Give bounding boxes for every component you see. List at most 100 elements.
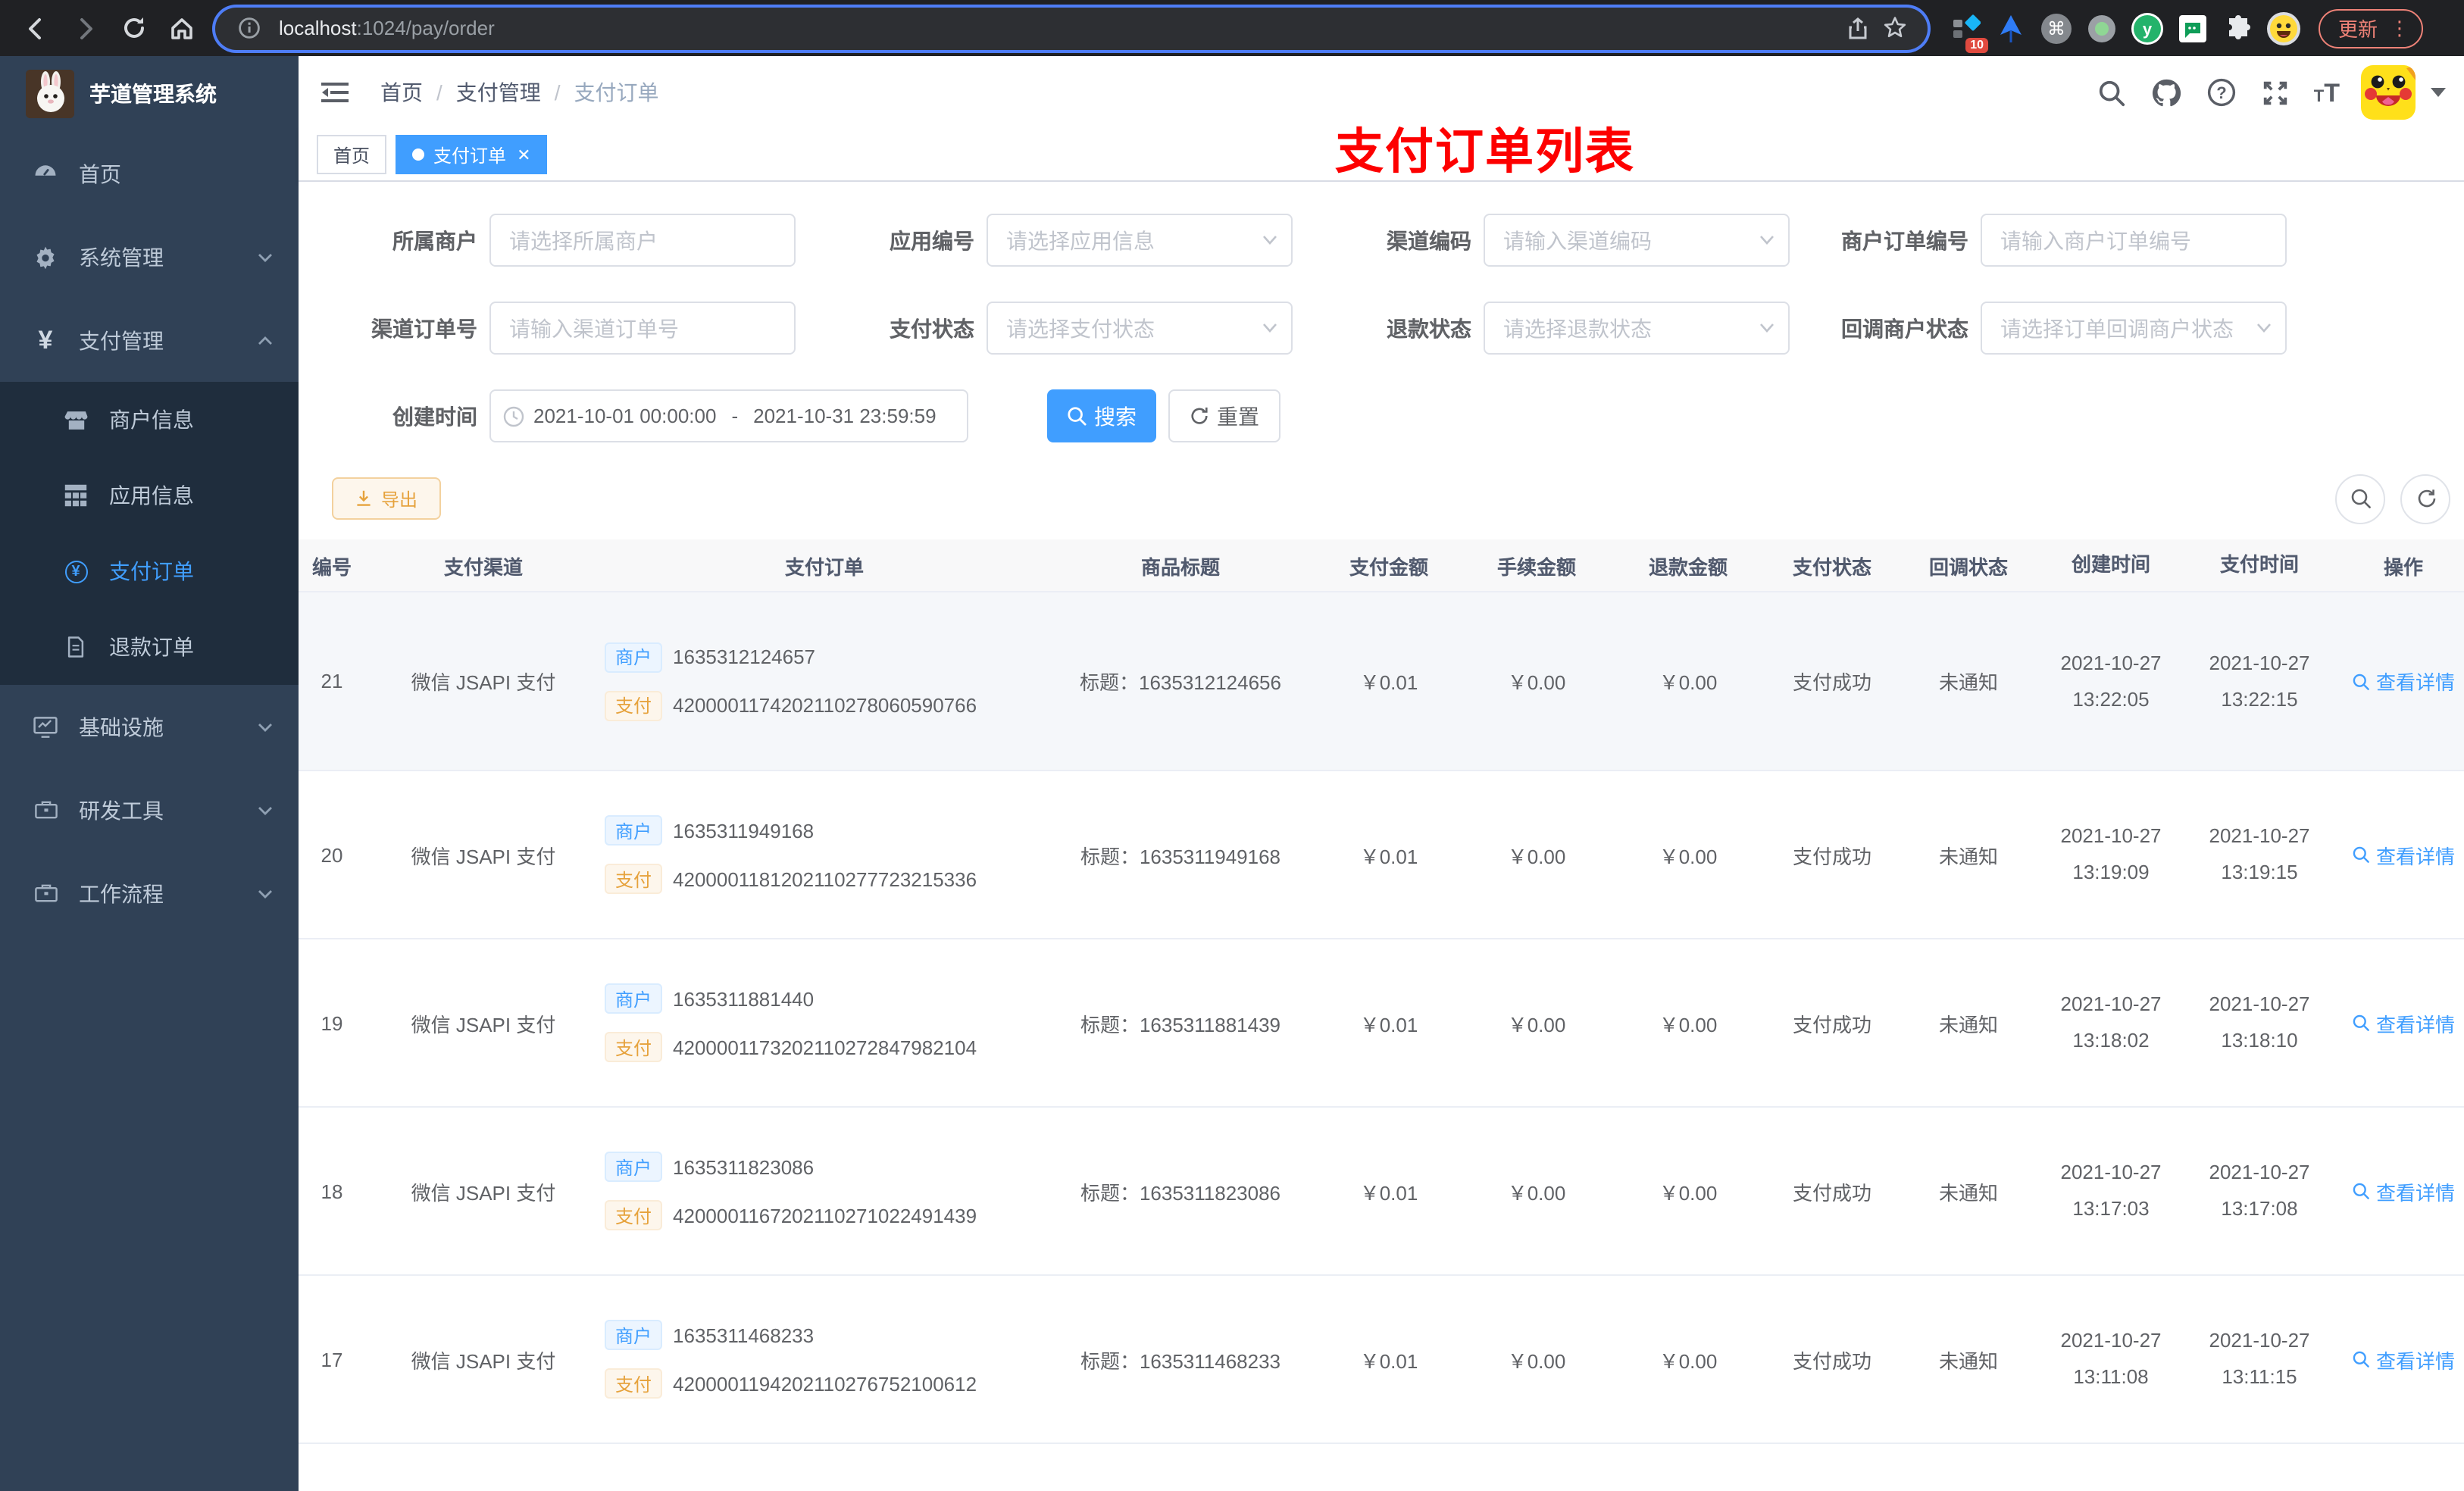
cell-pay-time: 2021-10-27 13:19:15 — [2209, 824, 2310, 883]
search-button[interactable]: 搜索 — [1047, 389, 1156, 442]
extension-kite-icon[interactable] — [1991, 8, 2031, 48]
merchant-input[interactable] — [489, 214, 796, 267]
extensions-row: 10 ⌘ y 更新 ⋮ — [1943, 8, 2424, 52]
cell-notify-status: 未通知 — [1938, 845, 1998, 867]
cell-pay-time: 2021-10-27 13:11:15 — [2209, 1329, 2310, 1388]
cell-pay-time: 2021-10-27 13:18:10 — [2209, 992, 2310, 1052]
refund-status-select[interactable] — [1484, 302, 1790, 355]
cell-pay-channel: 微信 JSAPI 支付 — [411, 671, 556, 694]
share-icon[interactable] — [1840, 16, 1876, 40]
extension-command-icon[interactable]: ⌘ — [2037, 8, 2076, 48]
extensions-puzzle-icon[interactable] — [2219, 8, 2258, 48]
fullscreen-icon[interactable] — [2259, 76, 2293, 109]
user-avatar[interactable] — [2361, 65, 2416, 120]
filter-channel-order-no: 渠道订单号 — [311, 302, 808, 355]
cell-id: 17 — [321, 1348, 343, 1371]
help-icon[interactable]: ? — [2205, 76, 2238, 109]
chrome-update-button[interactable]: 更新 ⋮ — [2319, 8, 2424, 48]
sidebar-item-home[interactable]: 首页 — [0, 132, 299, 215]
sidebar-toggle-icon[interactable] — [320, 76, 353, 109]
font-size-icon[interactable]: TT — [2314, 80, 2340, 105]
table-row[interactable]: 17 微信 JSAPI 支付 商户 1635311468233 支付 42000… — [299, 1276, 2464, 1444]
reload-icon[interactable] — [112, 7, 155, 49]
store-icon — [61, 407, 91, 433]
cell-pay-amount: ￥0.01 — [1359, 1181, 1418, 1204]
view-detail-link[interactable]: 查看详情 — [2352, 667, 2455, 695]
profile-emoji-icon[interactable] — [2264, 8, 2303, 48]
page-content: 所属商户 应用编号 渠道编码 商户订单编号 — [299, 182, 2464, 1491]
create-time-range-input[interactable]: 2021-10-01 00:00:00 - 2021-10-31 23:59:5… — [489, 389, 968, 442]
reset-button[interactable]: 重置 — [1168, 389, 1280, 442]
merchant-order-number: 1635311949168 — [673, 819, 815, 842]
channel-code-select[interactable] — [1484, 214, 1790, 267]
forward-icon[interactable] — [64, 7, 106, 49]
cell-notify-status: 未通知 — [1938, 671, 1998, 694]
sidebar-item-workflow[interactable]: 工作流程 — [0, 852, 299, 935]
extension-y-icon[interactable]: y — [2128, 8, 2167, 48]
app-id-select[interactable] — [987, 214, 1293, 267]
cell-action: 查看详情 — [2334, 592, 2464, 770]
sidebar-item-devtools[interactable]: 研发工具 — [0, 768, 299, 852]
view-detail-link[interactable]: 查看详情 — [2352, 840, 2455, 869]
merchant-order-no-input[interactable] — [1981, 214, 2287, 267]
merchant-order-number: 1635311881440 — [673, 987, 815, 1010]
sidebar-item-merchant-info[interactable]: 商户信息 — [0, 382, 299, 458]
sidebar-item-app-info[interactable]: 应用信息 — [0, 458, 299, 533]
app-logo[interactable]: 芋道管理系统 — [0, 56, 299, 132]
pay-order-line: 支付 4200001194202110276752100612 — [605, 1368, 977, 1399]
view-detail-link[interactable]: 查看详情 — [2352, 1008, 2455, 1037]
pay-order-number: 4200001173202110272847982104 — [673, 1036, 977, 1058]
view-detail-link[interactable]: 查看详情 — [2352, 1345, 2455, 1374]
channel-order-no-input[interactable] — [489, 302, 796, 355]
tab-close-icon[interactable]: ✕ — [517, 145, 530, 164]
navbar-actions: ? TT — [2096, 65, 2446, 120]
url-text[interactable]: localhost:1024/pay/order — [279, 17, 1840, 39]
site-info-icon[interactable] — [230, 17, 267, 39]
table-row[interactable]: 20 微信 JSAPI 支付 商户 1635311949168 支付 42000… — [299, 771, 2464, 939]
svg-text:?: ? — [2216, 83, 2226, 102]
extension-grid-diamond-icon[interactable]: 10 — [1946, 8, 1988, 52]
tab-home[interactable]: 首页 — [317, 135, 387, 174]
export-button[interactable]: 导出 — [332, 477, 441, 520]
breadcrumb-current: 支付订单 — [574, 80, 659, 105]
table-row[interactable]: 16 商户 1635311351726 — [299, 1444, 2464, 1491]
search-icon[interactable] — [2096, 76, 2129, 109]
github-icon[interactable] — [2150, 76, 2184, 109]
tab-pay-order[interactable]: 支付订单 ✕ — [396, 135, 548, 174]
merchant-tag: 商户 — [605, 815, 663, 846]
back-icon[interactable] — [15, 7, 58, 49]
notify-status-select[interactable] — [1981, 302, 2287, 355]
extension-dot-icon[interactable] — [2082, 8, 2122, 48]
bookmark-star-icon[interactable] — [1876, 15, 1912, 41]
sidebar-item-refund-order[interactable]: 退款订单 — [0, 609, 299, 685]
sidebar-item-pay-order[interactable]: ¥ 支付订单 — [0, 533, 299, 609]
cell-refund-amount: ￥0.00 — [1659, 1013, 1718, 1036]
cell-notify-status: 未通知 — [1938, 1181, 1998, 1204]
table-row[interactable]: 21 微信 JSAPI 支付 商户 1635312124657 支付 42000… — [299, 592, 2464, 771]
filter-pay-status: 支付状态 — [808, 302, 1305, 355]
address-bar[interactable]: localhost:1024/pay/order — [215, 7, 1928, 49]
date-start: 2021-10-01 00:00:00 — [533, 405, 717, 427]
table-row[interactable]: 18 微信 JSAPI 支付 商户 1635311823086 支付 42000… — [299, 1108, 2464, 1276]
view-detail-link[interactable]: 查看详情 — [2352, 1177, 2455, 1205]
breadcrumb-home[interactable]: 首页 — [380, 77, 423, 108]
pay-status-select[interactable] — [987, 302, 1293, 355]
cell-product-title: 标题：1635311881439 — [1080, 1013, 1281, 1036]
avatar-caret-icon[interactable] — [2431, 88, 2446, 97]
cell-id: 21 — [321, 670, 343, 692]
cell-product-title: 标题：1635311468233 — [1080, 1349, 1281, 1372]
refresh-icon[interactable] — [2400, 474, 2450, 524]
chrome-menu-icon[interactable]: ⋮ — [2390, 16, 2409, 40]
sidebar-item-pay[interactable]: ¥ 支付管理 — [0, 299, 299, 382]
cell-id: 16 — [299, 1444, 377, 1491]
home-icon[interactable] — [161, 7, 203, 49]
breadcrumb-pay[interactable]: 支付管理 — [456, 77, 541, 108]
extension-chat-icon[interactable] — [2173, 8, 2212, 48]
show-search-icon[interactable] — [2335, 474, 2385, 524]
sidebar-item-infra[interactable]: 基础设施 — [0, 685, 299, 768]
table-row[interactable]: 19 微信 JSAPI 支付 商户 1635311881440 支付 42000… — [299, 939, 2464, 1108]
cell-action: 查看详情 — [2334, 939, 2464, 1106]
sidebar-item-system[interactable]: 系统管理 — [0, 215, 299, 299]
cell-pay-amount: ￥0.01 — [1359, 845, 1418, 867]
cell-pay-status: 支付成功 — [1792, 1349, 1871, 1372]
